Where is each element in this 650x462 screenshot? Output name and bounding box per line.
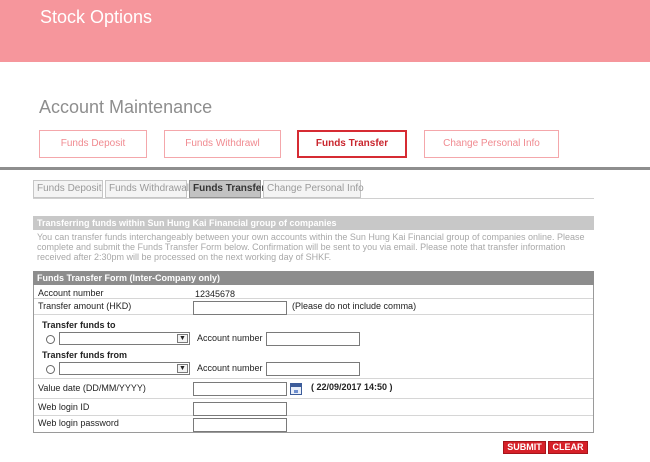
row-divider: [34, 398, 593, 399]
current-datetime: ( 22/09/2017 14:50 ): [311, 382, 393, 392]
web-login-id-label: Web login ID: [38, 402, 90, 412]
transfer-to-label: Transfer funds to: [42, 320, 116, 330]
transfer-to-account-input[interactable]: [266, 332, 360, 346]
chevron-down-icon[interactable]: ▼: [177, 334, 188, 343]
subtab-funds-withdrawal[interactable]: Funds Withdrawal: [105, 180, 189, 198]
transfer-from-label: Transfer funds from: [42, 350, 128, 360]
subtab-change-personal-info[interactable]: Change Personal Info: [263, 180, 364, 198]
tab-funds-transfer[interactable]: Funds Transfer: [297, 130, 407, 158]
value-date-label: Value date (DD/MM/YYYY): [38, 383, 146, 393]
web-login-password-input[interactable]: [193, 418, 287, 432]
transfer-to-select[interactable]: ▼: [59, 332, 190, 345]
tab-change-personal-info[interactable]: Change Personal Info: [424, 130, 559, 158]
form-heading: Funds Transfer Form (Inter-Company only): [33, 271, 594, 285]
header-banner: Stock Options: [0, 0, 650, 62]
transfer-from-account-input[interactable]: [266, 362, 360, 376]
subtab-funds-deposit[interactable]: Funds Deposit: [33, 180, 103, 198]
row-divider: [34, 378, 593, 379]
section-title: Account Maintenance: [39, 97, 213, 117]
transfer-to-radio[interactable]: [46, 335, 55, 344]
transfer-from-radio[interactable]: [46, 365, 55, 374]
transfer-amount-hint: (Please do not include comma): [292, 301, 417, 311]
intro-text: You can transfer funds interchangeably b…: [37, 232, 585, 262]
value-date-input[interactable]: [193, 382, 287, 396]
divider: [0, 167, 650, 170]
row-divider: [34, 314, 593, 315]
tab-funds-withdrawl[interactable]: Funds Withdrawl: [164, 130, 281, 158]
transfer-amount-input[interactable]: [193, 301, 287, 315]
account-number-value: 12345678: [195, 289, 236, 299]
chevron-down-icon[interactable]: ▼: [177, 364, 188, 373]
web-login-password-label: Web login password: [38, 418, 119, 428]
transfer-to-account-label: Account number: [197, 333, 263, 343]
submit-button[interactable]: SUBMIT: [503, 441, 546, 454]
subtab-divider: [33, 198, 594, 199]
transfer-from-account-label: Account number: [197, 363, 263, 373]
row-divider: [34, 415, 593, 416]
calendar-icon[interactable]: [290, 383, 302, 395]
tab-funds-deposit[interactable]: Funds Deposit: [39, 130, 147, 158]
page-title: Stock Options: [40, 7, 153, 27]
intro-heading: Transferring funds within Sun Hung Kai F…: [33, 216, 594, 230]
subtab-funds-transfer[interactable]: Funds Transfer: [189, 180, 265, 198]
transfer-from-select[interactable]: ▼: [59, 362, 190, 375]
account-number-label: Account number: [38, 288, 104, 298]
row-divider: [34, 298, 593, 299]
transfer-amount-label: Transfer amount (HKD): [38, 301, 132, 311]
clear-button[interactable]: CLEAR: [548, 441, 588, 454]
web-login-id-input[interactable]: [193, 402, 287, 416]
